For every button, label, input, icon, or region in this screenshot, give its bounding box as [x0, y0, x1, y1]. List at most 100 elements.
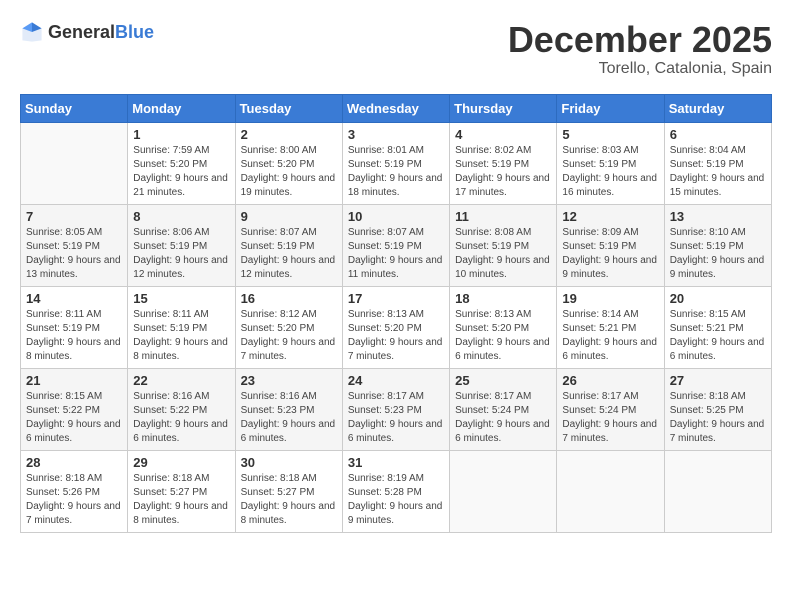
day-number: 3: [348, 127, 444, 142]
calendar-cell: 1Sunrise: 7:59 AMSunset: 5:20 PMDaylight…: [128, 122, 235, 204]
day-number: 12: [562, 209, 658, 224]
day-number: 16: [241, 291, 337, 306]
day-number: 19: [562, 291, 658, 306]
calendar-week-row: 21Sunrise: 8:15 AMSunset: 5:22 PMDayligh…: [21, 368, 772, 450]
calendar-cell: [557, 450, 664, 532]
calendar-week-row: 14Sunrise: 8:11 AMSunset: 5:19 PMDayligh…: [21, 286, 772, 368]
calendar-cell: [664, 450, 771, 532]
day-number: 4: [455, 127, 551, 142]
calendar-cell: 21Sunrise: 8:15 AMSunset: 5:22 PMDayligh…: [21, 368, 128, 450]
day-number: 18: [455, 291, 551, 306]
day-info: Sunrise: 8:10 AMSunset: 5:19 PMDaylight:…: [670, 226, 766, 282]
day-info: Sunrise: 8:15 AMSunset: 5:21 PMDaylight:…: [670, 308, 766, 364]
day-info: Sunrise: 8:11 AMSunset: 5:19 PMDaylight:…: [26, 308, 122, 364]
day-number: 13: [670, 209, 766, 224]
calendar-cell: 6 Sunrise: 8:04 AMSunset: 5:19 PMDaylight…: [664, 122, 771, 204]
day-info: Sunrise: 8:13 AMSunset: 5:20 PMDaylight:…: [455, 308, 551, 364]
col-header-wednesday: Wednesday: [342, 94, 449, 122]
day-number: 10: [348, 209, 444, 224]
day-number: 20: [670, 291, 766, 306]
calendar-cell: 29 Sunrise: 8:18 AMSunset: 5:27 PMDayligh…: [128, 450, 235, 532]
logo-icon: [20, 20, 44, 44]
calendar-cell: 22 Sunrise: 8:16 AMSunset: 5:22 PMDayligh…: [128, 368, 235, 450]
calendar-cell: 12Sunrise: 8:09 AMSunset: 5:19 PMDayligh…: [557, 204, 664, 286]
day-number: 9: [241, 209, 337, 224]
day-number: 6: [670, 127, 766, 142]
day-info: Sunrise: 8:18 AMSunset: 5:26 PMDaylight:…: [26, 472, 122, 528]
day-info: Sunrise: 8:12 AMSunset: 5:20 PMDaylight:…: [241, 308, 337, 364]
calendar-cell: 27 Sunrise: 8:18 AMSunset: 5:25 PMDayligh…: [664, 368, 771, 450]
day-number: 7: [26, 209, 122, 224]
calendar-cell: 16 Sunrise: 8:12 AMSunset: 5:20 PMDayligh…: [235, 286, 342, 368]
page-header: GeneralBlue December 2025 Torello, Catal…: [20, 20, 772, 78]
day-info: Sunrise: 8:18 AMSunset: 5:27 PMDaylight:…: [241, 472, 337, 528]
col-header-friday: Friday: [557, 94, 664, 122]
day-info: Sunrise: 8:18 AMSunset: 5:25 PMDaylight:…: [670, 390, 766, 446]
day-info: Sunrise: 8:04 AMSunset: 5:19 PMDaylight:…: [670, 144, 766, 200]
calendar-cell: 11 Sunrise: 8:08 AMSunset: 5:19 PMDayligh…: [450, 204, 557, 286]
calendar-cell: 26 Sunrise: 8:17 AMSunset: 5:24 PMDayligh…: [557, 368, 664, 450]
col-header-thursday: Thursday: [450, 94, 557, 122]
day-number: 26: [562, 373, 658, 388]
day-number: 27: [670, 373, 766, 388]
day-info: Sunrise: 8:07 AMSunset: 5:19 PMDaylight:…: [348, 226, 444, 282]
day-number: 21: [26, 373, 122, 388]
day-number: 8: [133, 209, 229, 224]
calendar-cell: 5 Sunrise: 8:03 AMSunset: 5:19 PMDaylight…: [557, 122, 664, 204]
calendar-cell: [21, 122, 128, 204]
calendar-cell: 10 Sunrise: 8:07 AMSunset: 5:19 PMDayligh…: [342, 204, 449, 286]
calendar-cell: 14Sunrise: 8:11 AMSunset: 5:19 PMDayligh…: [21, 286, 128, 368]
logo: GeneralBlue: [20, 20, 154, 44]
day-info: Sunrise: 8:06 AMSunset: 5:19 PMDaylight:…: [133, 226, 229, 282]
calendar-cell: 23Sunrise: 8:16 AMSunset: 5:23 PMDayligh…: [235, 368, 342, 450]
day-info: Sunrise: 8:11 AMSunset: 5:19 PMDaylight:…: [133, 308, 229, 364]
day-number: 30: [241, 455, 337, 470]
day-info: Sunrise: 8:17 AMSunset: 5:24 PMDaylight:…: [562, 390, 658, 446]
calendar-cell: 28 Sunrise: 8:18 AMSunset: 5:26 PMDayligh…: [21, 450, 128, 532]
calendar-cell: 9 Sunrise: 8:07 AMSunset: 5:19 PMDaylight…: [235, 204, 342, 286]
day-info: Sunrise: 8:18 AMSunset: 5:27 PMDaylight:…: [133, 472, 229, 528]
day-number: 25: [455, 373, 551, 388]
logo-text: GeneralBlue: [48, 22, 154, 43]
day-number: 15: [133, 291, 229, 306]
logo-blue: Blue: [115, 22, 154, 42]
calendar-cell: 20 Sunrise: 8:15 AMSunset: 5:21 PMDayligh…: [664, 286, 771, 368]
day-info: Sunrise: 8:05 AMSunset: 5:19 PMDaylight:…: [26, 226, 122, 282]
col-header-tuesday: Tuesday: [235, 94, 342, 122]
day-info: Sunrise: 8:17 AMSunset: 5:24 PMDaylight:…: [455, 390, 551, 446]
calendar-cell: 25 Sunrise: 8:17 AMSunset: 5:24 PMDayligh…: [450, 368, 557, 450]
day-info: Sunrise: 8:13 AMSunset: 5:20 PMDaylight:…: [348, 308, 444, 364]
calendar-week-row: 7 Sunrise: 8:05 AMSunset: 5:19 PMDaylight…: [21, 204, 772, 286]
col-header-saturday: Saturday: [664, 94, 771, 122]
day-number: 23: [241, 373, 337, 388]
day-info: Sunrise: 8:14 AMSunset: 5:21 PMDaylight:…: [562, 308, 658, 364]
col-header-monday: Monday: [128, 94, 235, 122]
day-info: Sunrise: 8:02 AMSunset: 5:19 PMDaylight:…: [455, 144, 551, 200]
day-info: Sunrise: 8:16 AMSunset: 5:22 PMDaylight:…: [133, 390, 229, 446]
day-number: 31: [348, 455, 444, 470]
calendar-cell: 30 Sunrise: 8:18 AMSunset: 5:27 PMDayligh…: [235, 450, 342, 532]
calendar-cell: 18 Sunrise: 8:13 AMSunset: 5:20 PMDayligh…: [450, 286, 557, 368]
day-info: Sunrise: 8:17 AMSunset: 5:23 PMDaylight:…: [348, 390, 444, 446]
day-number: 28: [26, 455, 122, 470]
calendar-cell: 24 Sunrise: 8:17 AMSunset: 5:23 PMDayligh…: [342, 368, 449, 450]
day-info: Sunrise: 8:08 AMSunset: 5:19 PMDaylight:…: [455, 226, 551, 282]
calendar-week-row: 1Sunrise: 7:59 AMSunset: 5:20 PMDaylight…: [21, 122, 772, 204]
day-info: Sunrise: 8:07 AMSunset: 5:19 PMDaylight:…: [241, 226, 337, 282]
calendar-table: SundayMondayTuesdayWednesdayThursdayFrid…: [20, 94, 772, 533]
calendar-cell: [450, 450, 557, 532]
day-number: 5: [562, 127, 658, 142]
day-number: 11: [455, 209, 551, 224]
day-info: Sunrise: 8:03 AMSunset: 5:19 PMDaylight:…: [562, 144, 658, 200]
day-number: 2: [241, 127, 337, 142]
calendar-cell: 8 Sunrise: 8:06 AMSunset: 5:19 PMDaylight…: [128, 204, 235, 286]
logo-general: General: [48, 22, 115, 42]
day-number: 24: [348, 373, 444, 388]
day-info: Sunrise: 8:00 AMSunset: 5:20 PMDaylight:…: [241, 144, 337, 200]
day-number: 17: [348, 291, 444, 306]
day-number: 29: [133, 455, 229, 470]
calendar-cell: 19 Sunrise: 8:14 AMSunset: 5:21 PMDayligh…: [557, 286, 664, 368]
calendar-cell: 7 Sunrise: 8:05 AMSunset: 5:19 PMDaylight…: [21, 204, 128, 286]
calendar-cell: 3Sunrise: 8:01 AMSunset: 5:19 PMDaylight…: [342, 122, 449, 204]
day-number: 22: [133, 373, 229, 388]
